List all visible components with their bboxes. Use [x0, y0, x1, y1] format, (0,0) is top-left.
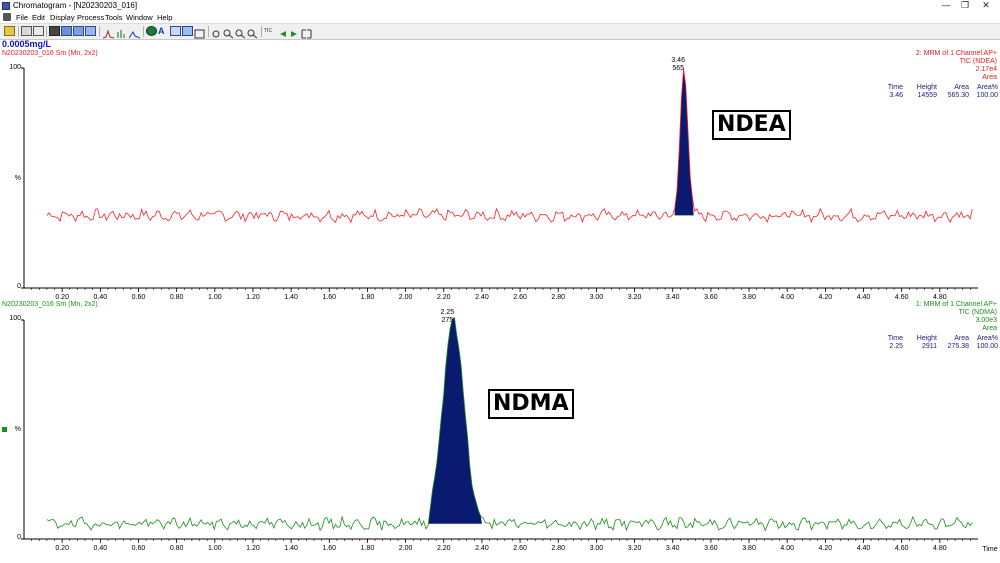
peak-time-label-bottom: 2.25 [440, 309, 454, 316]
x-tick-label-top: 2.60 [513, 294, 527, 301]
x-tick-label-bottom: 4.40 [857, 545, 871, 552]
x-tick-label-top: 1.40 [284, 294, 298, 301]
x-tick-label-top: 3.40 [666, 294, 680, 301]
x-tick-label-top: 3.60 [704, 294, 718, 301]
x-tick-label-bottom: 0.40 [94, 545, 108, 552]
x-tick-label-bottom: 2.40 [475, 545, 489, 552]
x-tick-label-bottom: 3.00 [590, 545, 604, 552]
x-tick-label-bottom: 4.60 [895, 545, 909, 552]
x-tick-label-bottom: 2.00 [399, 545, 413, 552]
x-tick-label-top: 3.00 [590, 294, 604, 301]
x-tick-label-top: 0.80 [170, 294, 184, 301]
x-tick-label-bottom: 2.60 [513, 545, 527, 552]
compound-label-ndma: NDMA [488, 389, 574, 419]
x-tick-label-top: 2.40 [475, 294, 489, 301]
x-tick-label-top: 3.20 [628, 294, 642, 301]
x-tick-label-top: 4.20 [819, 294, 833, 301]
x-tick-label-bottom: 1.00 [208, 545, 222, 552]
x-tick-label-bottom: 2.80 [551, 545, 565, 552]
x-tick-label-bottom: 1.80 [361, 545, 375, 552]
x-tick-label-bottom: 3.80 [742, 545, 756, 552]
x-tick-label-bottom: 2.20 [437, 545, 451, 552]
x-tick-label-bottom: 1.40 [284, 545, 298, 552]
peak-area-top [674, 68, 694, 216]
peak-area-label-bottom: 275 [441, 317, 453, 324]
x-tick-label-top: 3.80 [742, 294, 756, 301]
compound-label-ndea: NDEA [712, 110, 791, 140]
x-tick-label-top: 0.40 [94, 294, 108, 301]
trace-line-top [46, 68, 973, 224]
x-tick-label-top: 0.60 [132, 294, 146, 301]
x-tick-label-bottom: 4.80 [933, 545, 947, 552]
peak-time-label-top: 3.46 [671, 57, 685, 64]
x-tick-label-bottom: 1.60 [322, 545, 336, 552]
x-tick-label-bottom: 3.40 [666, 545, 680, 552]
x-axis-label: Time [982, 546, 997, 553]
x-tick-label-top: 1.60 [322, 294, 336, 301]
x-tick-label-top: 4.00 [780, 294, 794, 301]
peak-area-label-top: 565 [672, 65, 684, 72]
x-tick-label-top: 4.60 [895, 294, 909, 301]
x-tick-label-top: 2.80 [551, 294, 565, 301]
trace-line-bottom [46, 316, 973, 532]
x-tick-label-top: 1.00 [208, 294, 222, 301]
x-tick-label-top: 1.80 [361, 294, 375, 301]
x-tick-label-top: 0.20 [55, 294, 69, 301]
x-tick-label-bottom: 3.60 [704, 545, 718, 552]
x-tick-label-bottom: 0.60 [132, 545, 146, 552]
x-tick-label-top: 2.20 [437, 294, 451, 301]
x-tick-label-top: 1.20 [246, 294, 260, 301]
x-tick-label-bottom: 4.00 [780, 545, 794, 552]
x-tick-label-bottom: 0.80 [170, 545, 184, 552]
x-tick-label-bottom: 0.20 [55, 545, 69, 552]
x-tick-label-bottom: 1.20 [246, 545, 260, 552]
chromatogram-chart: 0.20 0.40 0.60 0.80 1.00 1.20 1.40 1.60 1.80 2.00… [21, 57, 998, 553]
x-tick-label-top: 4.80 [933, 294, 947, 301]
x-tick-label-bottom: 4.20 [819, 545, 833, 552]
x-tick-label-top: 4.40 [857, 294, 871, 301]
x-tick-label-top: 2.00 [399, 294, 413, 301]
x-tick-label-bottom: 3.20 [628, 545, 642, 552]
